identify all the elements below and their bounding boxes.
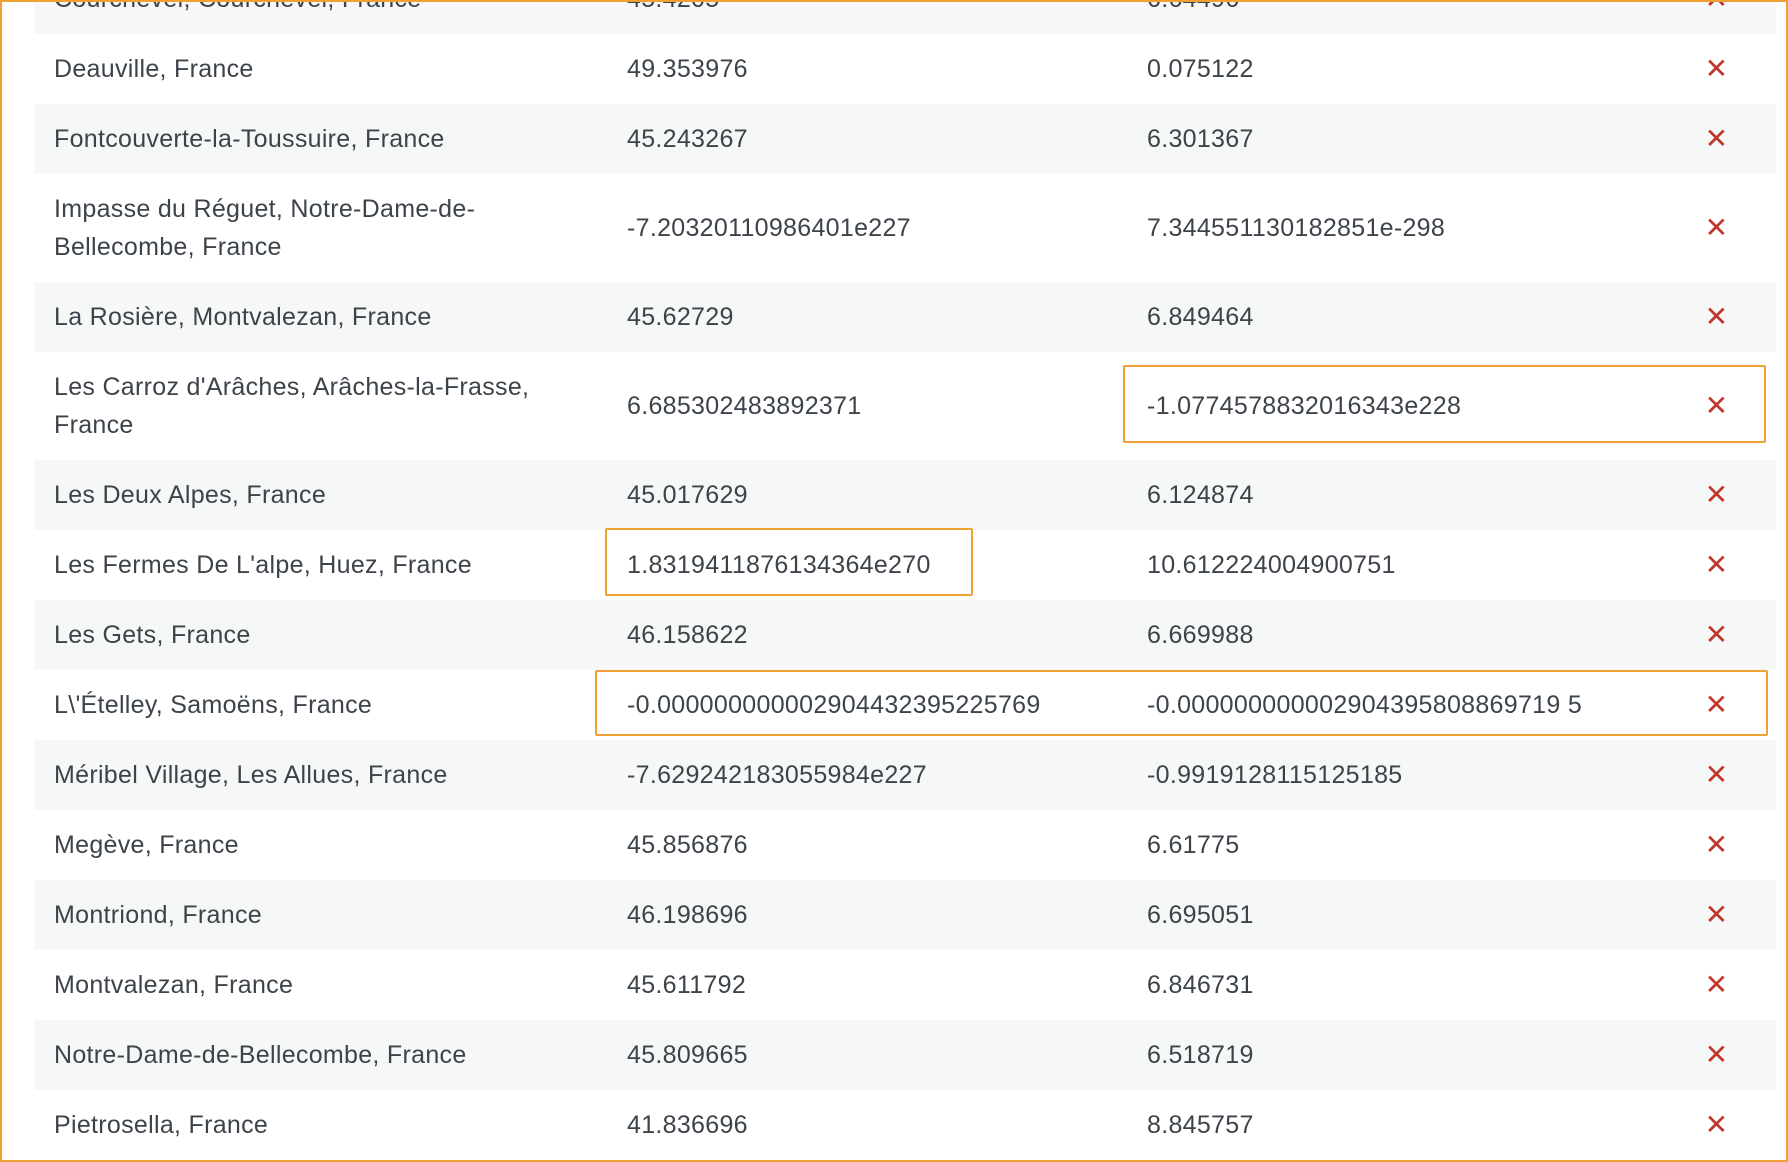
latitude-value: -0.000000000002904432395225769 bbox=[627, 691, 1041, 719]
longitude-value: 7.344551130182851e-298 bbox=[1147, 214, 1446, 242]
delete-icon[interactable]: ✕ bbox=[1705, 901, 1729, 929]
longitude-value: 6.64496 bbox=[1127, 0, 1657, 18]
delete-icon[interactable]: ✕ bbox=[1705, 831, 1729, 859]
table-row: Pietrosella, France 41.836696 8.845757 ✕ bbox=[34, 1090, 1776, 1160]
latitude-value: 1.8319411876134364e270 bbox=[627, 551, 931, 579]
location-name: La Rosière, Montvalezan, France bbox=[54, 303, 432, 331]
table-row: Montvalezan, France 45.611792 6.846731 ✕ bbox=[34, 950, 1776, 1020]
latitude-value: 49.353976 bbox=[627, 55, 748, 83]
location-name: Les Deux Alpes, France bbox=[54, 481, 327, 509]
longitude-value: 6.301367 bbox=[1147, 125, 1254, 153]
location-name: Pietrosella, France bbox=[54, 1111, 269, 1139]
locations-table: Courchevel, Courchevel, France 45.4205 6… bbox=[34, 0, 1776, 1160]
location-name: Notre-Dame-de-Bellecombe, France bbox=[54, 1041, 467, 1069]
longitude-value: 6.849464 bbox=[1147, 303, 1254, 331]
table-row: Les Deux Alpes, France 45.017629 6.12487… bbox=[34, 460, 1776, 530]
latitude-value: 45.809665 bbox=[627, 1041, 748, 1069]
delete-icon[interactable]: ✕ bbox=[1705, 392, 1729, 420]
longitude-value: 6.124874 bbox=[1147, 481, 1254, 509]
latitude-value: 45.243267 bbox=[627, 125, 748, 153]
delete-icon[interactable]: ✕ bbox=[1705, 55, 1729, 83]
table-row: Montriond, France 46.198696 6.695051 ✕ bbox=[34, 880, 1776, 950]
longitude-value: -1.0774578832016343e228 bbox=[1147, 392, 1462, 420]
latitude-value: 45.017629 bbox=[627, 481, 748, 509]
latitude-value: 45.4205 bbox=[607, 0, 1127, 18]
longitude-value: 6.61775 bbox=[1147, 831, 1240, 859]
delete-icon[interactable]: ✕ bbox=[1705, 481, 1729, 509]
longitude-value: 10.612224004900751 bbox=[1147, 551, 1396, 579]
delete-icon[interactable]: ✕ bbox=[1705, 125, 1729, 153]
latitude-value: 45.611792 bbox=[627, 971, 747, 999]
longitude-value: 0.075122 bbox=[1147, 55, 1254, 83]
delete-icon[interactable]: ✕ bbox=[1705, 761, 1729, 789]
location-name: Fontcouverte-la-Toussuire, France bbox=[54, 125, 445, 153]
longitude-value: -0.000000000002904395808869719 5 bbox=[1147, 691, 1583, 719]
location-name: Montriond, France bbox=[54, 901, 262, 929]
latitude-value: 45.62729 bbox=[627, 303, 734, 331]
delete-icon[interactable]: ✕ bbox=[1705, 1111, 1729, 1139]
table-row: Fontcouverte-la-Toussuire, France 45.243… bbox=[34, 104, 1776, 174]
table-row: Courchevel, Courchevel, France 45.4205 6… bbox=[34, 0, 1776, 34]
table-row: Megève, France 45.856876 6.61775 ✕ bbox=[34, 810, 1776, 880]
table-row: La Rosière, Montvalezan, France 45.62729… bbox=[34, 282, 1776, 352]
longitude-value: 6.695051 bbox=[1147, 901, 1254, 929]
longitude-value: 6.518719 bbox=[1147, 1041, 1254, 1069]
table-row: L\'Ételley, Samoëns, France -0.000000000… bbox=[34, 670, 1776, 740]
location-name: Les Gets, France bbox=[54, 621, 251, 649]
table-row: Les Fermes De L'alpe, Huez, France 1.831… bbox=[34, 530, 1776, 600]
latitude-value: 41.836696 bbox=[627, 1111, 748, 1139]
latitude-value: 6.685302483892371 bbox=[627, 392, 862, 420]
delete-icon[interactable]: ✕ bbox=[1705, 971, 1729, 999]
latitude-value: -7.629242183055984e227 bbox=[627, 761, 927, 789]
latitude-value: -7.20320110986401e227 bbox=[627, 214, 911, 242]
location-name: Les Fermes De L'alpe, Huez, France bbox=[54, 551, 472, 579]
latitude-value: 45.856876 bbox=[627, 831, 748, 859]
delete-icon[interactable]: ✕ bbox=[1705, 0, 1729, 13]
longitude-value: 6.669988 bbox=[1147, 621, 1254, 649]
table-row: Méribel Village, Les Allues, France -7.6… bbox=[34, 740, 1776, 810]
longitude-value: 6.846731 bbox=[1147, 971, 1254, 999]
longitude-value: 8.845757 bbox=[1147, 1111, 1254, 1139]
latitude-value: 46.158622 bbox=[627, 621, 748, 649]
table-row: Les Carroz d'Arâches, Arâches-la-Frasse,… bbox=[34, 352, 1776, 460]
table-row: Deauville, France 49.353976 0.075122 ✕ bbox=[34, 34, 1776, 104]
table-row: Notre-Dame-de-Bellecombe, France 45.8096… bbox=[34, 1020, 1776, 1090]
delete-icon[interactable]: ✕ bbox=[1705, 214, 1729, 242]
location-name: Deauville, France bbox=[54, 55, 254, 83]
location-name: Les Carroz d'Arâches, Arâches-la-Frasse,… bbox=[54, 373, 530, 439]
longitude-value: -0.9919128115125185 bbox=[1147, 761, 1403, 789]
location-name: L\'Ételley, Samoëns, France bbox=[54, 691, 373, 719]
table-row: Les Gets, France 46.158622 6.669988 ✕ bbox=[34, 600, 1776, 670]
table-row: Impasse du Réguet, Notre-Dame-de-Belleco… bbox=[34, 174, 1776, 282]
delete-icon[interactable]: ✕ bbox=[1705, 621, 1729, 649]
delete-icon[interactable]: ✕ bbox=[1705, 1041, 1729, 1069]
delete-icon[interactable]: ✕ bbox=[1705, 551, 1729, 579]
delete-icon[interactable]: ✕ bbox=[1705, 303, 1729, 331]
location-name: Montvalezan, France bbox=[54, 971, 294, 999]
latitude-value: 46.198696 bbox=[627, 901, 748, 929]
location-name: Impasse du Réguet, Notre-Dame-de-Belleco… bbox=[54, 195, 476, 261]
delete-icon[interactable]: ✕ bbox=[1705, 691, 1729, 719]
location-name: Megève, France bbox=[54, 831, 239, 859]
location-name: Méribel Village, Les Allues, France bbox=[54, 761, 448, 789]
location-name: Courchevel, Courchevel, France bbox=[34, 0, 607, 18]
